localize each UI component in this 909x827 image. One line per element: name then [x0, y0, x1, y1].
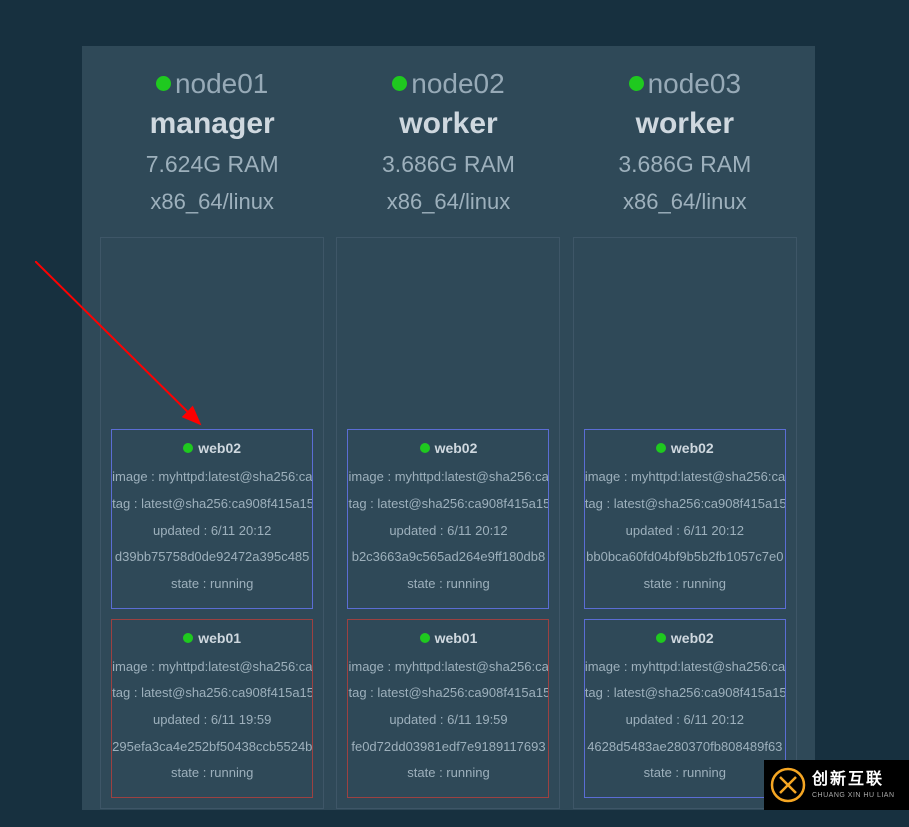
node-name-label: node03 — [648, 64, 741, 103]
container-image: image : myhttpd:latest@sha256:ca — [348, 464, 548, 491]
node-title: node03 — [618, 64, 751, 103]
container-state: state : running — [348, 760, 548, 787]
node-arch-label: x86_64/linux — [618, 184, 751, 219]
node-title: node01 — [146, 64, 279, 103]
container-card[interactable]: web02 image : myhttpd:latest@sha256:ca t… — [111, 429, 313, 608]
node-header: node01 manager 7.624G RAM x86_64/linux — [146, 64, 279, 219]
node-header: node03 worker 3.686G RAM x86_64/linux — [618, 64, 751, 219]
node-ram-label: 3.686G RAM — [618, 145, 751, 184]
container-updated: updated : 6/11 20:12 — [585, 707, 785, 734]
containers-box: web02 image : myhttpd:latest@sha256:ca t… — [100, 237, 324, 808]
container-state: state : running — [112, 760, 312, 787]
container-card[interactable]: web02 image : myhttpd:latest@sha256:ca t… — [584, 429, 786, 608]
container-name-label: web01 — [198, 630, 241, 646]
container-tag: tag : latest@sha256:ca908f415a15 — [112, 680, 312, 707]
container-hash: bb0bca60fd04bf9b5b2fb1057c7e0 — [585, 544, 785, 571]
status-dot-icon — [392, 76, 407, 91]
status-dot-icon — [656, 443, 666, 453]
container-name: web02 — [348, 440, 548, 456]
node-arch-label: x86_64/linux — [382, 184, 515, 219]
container-name-label: web02 — [671, 630, 714, 646]
node-name-label: node01 — [175, 64, 268, 103]
nodes-container: node01 manager 7.624G RAM x86_64/linux w… — [82, 46, 815, 827]
containers-box: web02 image : myhttpd:latest@sha256:ca t… — [573, 237, 797, 808]
container-card[interactable]: web02 image : myhttpd:latest@sha256:ca t… — [584, 619, 786, 798]
container-card[interactable]: web01 image : myhttpd:latest@sha256:ca t… — [347, 619, 549, 798]
status-dot-icon — [420, 633, 430, 643]
container-image: image : myhttpd:latest@sha256:ca — [112, 464, 312, 491]
container-name-label: web01 — [435, 630, 478, 646]
containers-box: web02 image : myhttpd:latest@sha256:ca t… — [336, 237, 560, 808]
node-name-label: node02 — [411, 64, 504, 103]
node-column-node01: node01 manager 7.624G RAM x86_64/linux w… — [100, 64, 324, 809]
container-card[interactable]: web02 image : myhttpd:latest@sha256:ca t… — [347, 429, 549, 608]
container-image: image : myhttpd:latest@sha256:ca — [112, 654, 312, 681]
container-name: web02 — [585, 630, 785, 646]
status-dot-icon — [656, 633, 666, 643]
status-dot-icon — [420, 443, 430, 453]
container-tag: tag : latest@sha256:ca908f415a15 — [585, 491, 785, 518]
container-state: state : running — [348, 571, 548, 598]
node-role-label: worker — [382, 103, 515, 145]
container-card[interactable]: web01 image : myhttpd:latest@sha256:ca t… — [111, 619, 313, 798]
node-role-label: worker — [618, 103, 751, 145]
status-dot-icon — [183, 633, 193, 643]
container-updated: updated : 6/11 20:12 — [348, 518, 548, 545]
container-updated: updated : 6/11 19:59 — [348, 707, 548, 734]
container-name: web02 — [585, 440, 785, 456]
container-state: state : running — [112, 571, 312, 598]
watermark-logo-icon — [770, 767, 806, 803]
container-hash: 295efa3ca4e252bf50438ccb5524b — [112, 734, 312, 761]
container-hash: b2c3663a9c565ad264e9ff180db8 — [348, 544, 548, 571]
watermark-cn-label: 创新互联 — [812, 770, 895, 791]
container-tag: tag : latest@sha256:ca908f415a15 — [348, 491, 548, 518]
status-dot-icon — [156, 76, 171, 91]
watermark-en-label: CHUANG XIN HU LIAN — [812, 791, 895, 800]
container-tag: tag : latest@sha256:ca908f415a15 — [585, 680, 785, 707]
container-tag: tag : latest@sha256:ca908f415a15 — [112, 491, 312, 518]
container-name-label: web02 — [671, 440, 714, 456]
container-updated: updated : 6/11 19:59 — [112, 707, 312, 734]
container-image: image : myhttpd:latest@sha256:ca — [348, 654, 548, 681]
container-state: state : running — [585, 760, 785, 787]
container-updated: updated : 6/11 20:12 — [112, 518, 312, 545]
node-title: node02 — [382, 64, 515, 103]
node-ram-label: 7.624G RAM — [146, 145, 279, 184]
container-name: web01 — [112, 630, 312, 646]
container-name: web01 — [348, 630, 548, 646]
container-image: image : myhttpd:latest@sha256:ca — [585, 464, 785, 491]
main-panel: node01 manager 7.624G RAM x86_64/linux w… — [82, 46, 815, 810]
container-name-label: web02 — [198, 440, 241, 456]
container-hash: fe0d72dd03981edf7e9189117693 — [348, 734, 548, 761]
node-column-node03: node03 worker 3.686G RAM x86_64/linux we… — [573, 64, 797, 809]
status-dot-icon — [183, 443, 193, 453]
container-tag: tag : latest@sha256:ca908f415a15 — [348, 680, 548, 707]
container-name-label: web02 — [435, 440, 478, 456]
node-arch-label: x86_64/linux — [146, 184, 279, 219]
container-state: state : running — [585, 571, 785, 598]
watermark-text: 创新互联 CHUANG XIN HU LIAN — [812, 770, 895, 800]
node-header: node02 worker 3.686G RAM x86_64/linux — [382, 64, 515, 219]
watermark: 创新互联 CHUANG XIN HU LIAN — [764, 760, 909, 810]
status-dot-icon — [629, 76, 644, 91]
container-image: image : myhttpd:latest@sha256:ca — [585, 654, 785, 681]
node-column-node02: node02 worker 3.686G RAM x86_64/linux we… — [336, 64, 560, 809]
container-hash: d39bb75758d0de92472a395c485 — [112, 544, 312, 571]
container-hash: 4628d5483ae280370fb808489f63 — [585, 734, 785, 761]
container-name: web02 — [112, 440, 312, 456]
node-ram-label: 3.686G RAM — [382, 145, 515, 184]
container-updated: updated : 6/11 20:12 — [585, 518, 785, 545]
node-role-label: manager — [146, 103, 279, 145]
